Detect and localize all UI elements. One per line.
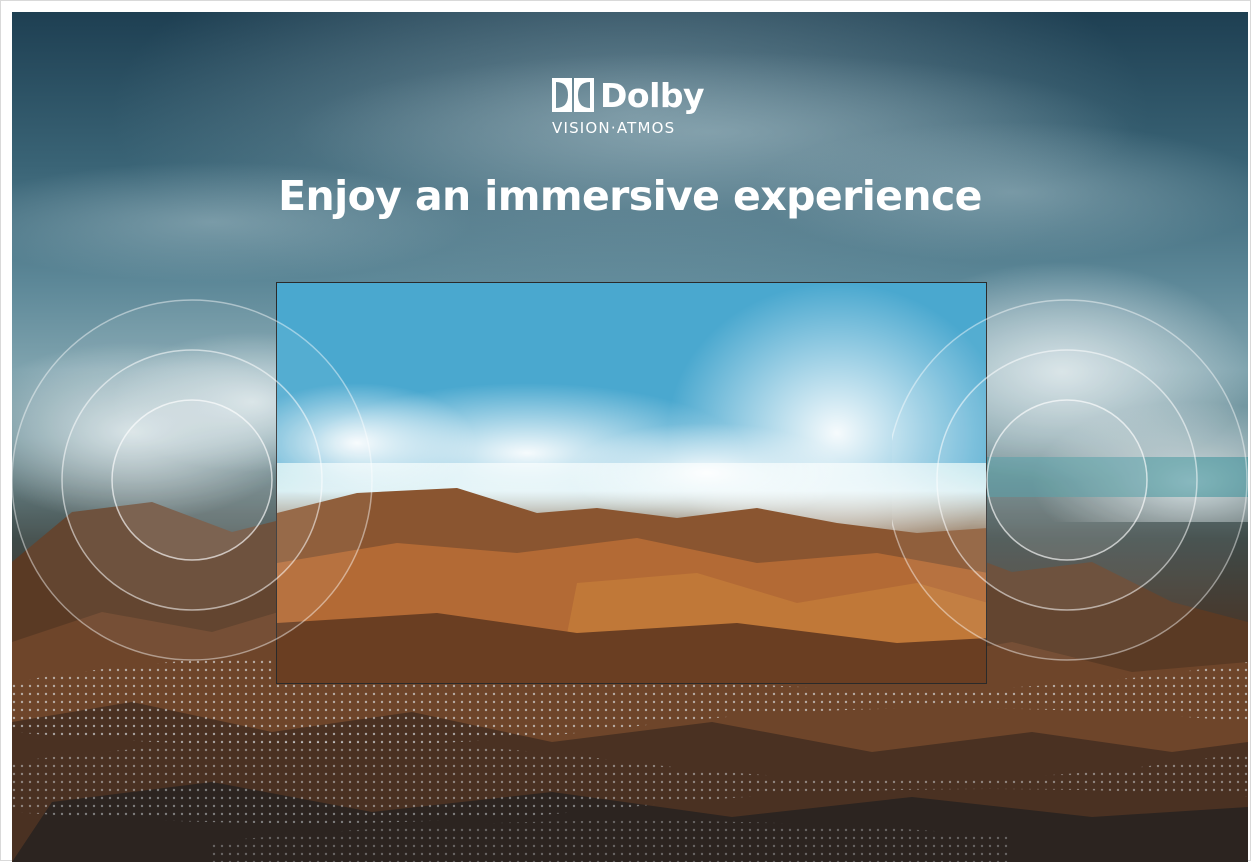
sound-wave-rings-right — [892, 299, 1248, 661]
sound-wave-rings-left — [12, 299, 373, 661]
hero-banner: Dolby VISION·ATMOS Enjoy an immersive ex… — [12, 12, 1248, 862]
headline: Enjoy an immersive experience — [278, 172, 982, 220]
dolby-logo: Dolby VISION·ATMOS — [552, 76, 722, 138]
dolby-double-d-icon — [552, 78, 594, 112]
brand-subtitle: VISION·ATMOS — [552, 119, 676, 137]
brand-name: Dolby — [600, 76, 705, 115]
page-frame: Dolby VISION·ATMOS Enjoy an immersive ex… — [0, 0, 1251, 862]
